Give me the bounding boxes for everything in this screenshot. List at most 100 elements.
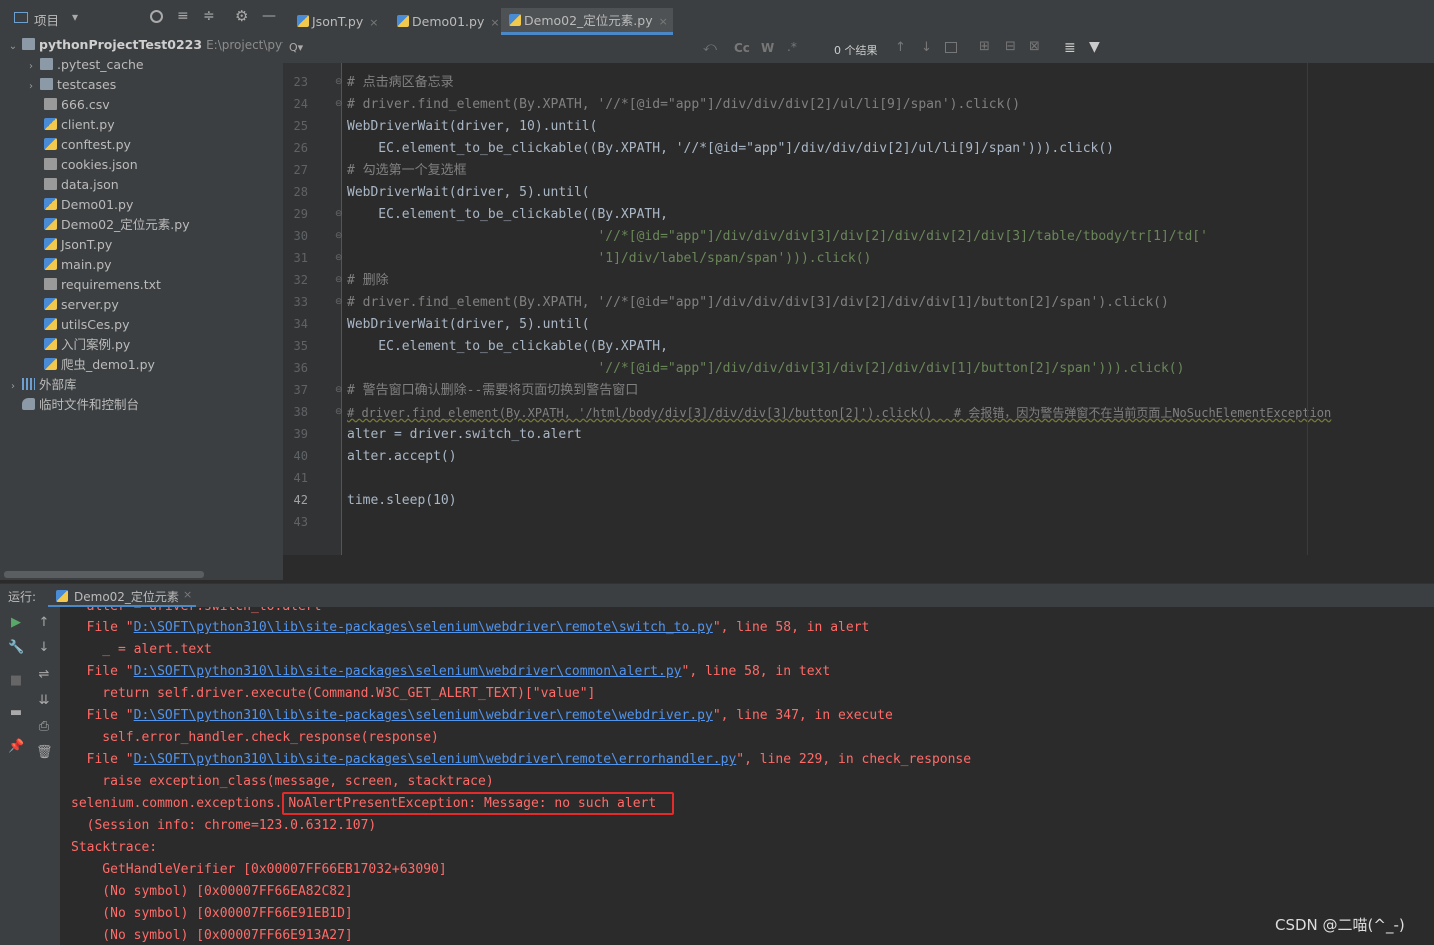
next-occurrence-icon[interactable]: ↓ <box>921 40 932 55</box>
tree-item[interactable]: requiremens.txt <box>44 275 161 295</box>
python-file-icon <box>44 238 57 250</box>
line-number: 31 <box>293 251 308 265</box>
filter-icon[interactable]: ▼ <box>1089 39 1100 55</box>
tab-demo02[interactable]: Demo02_定位元素.py × <box>501 8 673 35</box>
project-tree: ⌄ pythonProjectTest0223 E:\project\pytho … <box>0 35 302 580</box>
trash-icon[interactable]: 🗑 <box>36 745 53 761</box>
file-link[interactable]: D:\SOFT\python310\lib\site-packages\sele… <box>134 620 713 635</box>
code-editor[interactable]: # 点击病区备忘录 # driver.find_element(By.XPATH… <box>342 63 1434 555</box>
close-icon[interactable]: × <box>183 588 192 601</box>
line-number: 36 <box>293 361 308 375</box>
tree-item[interactable]: utilsCes.py <box>44 315 130 335</box>
line-number: 28 <box>293 185 308 199</box>
select-all-icon[interactable] <box>945 42 957 53</box>
tab-demo01[interactable]: Demo01.py × <box>389 8 503 35</box>
file-icon <box>44 98 57 110</box>
root-name: pythonProjectTest0223 <box>39 37 203 52</box>
tree-item[interactable]: 爬虫_demo1.py <box>44 355 155 375</box>
layout-icon[interactable]: ▬ <box>8 705 24 721</box>
tree-scratches[interactable]: 临时文件和控制台 <box>22 395 139 415</box>
soft-wrap-icon[interactable]: ⇌ <box>36 667 52 683</box>
chevron-right-icon[interactable]: › <box>26 77 36 97</box>
tree-label: conftest.py <box>61 137 131 152</box>
line-number: 35 <box>293 339 308 353</box>
chevron-right-icon[interactable]: › <box>26 57 36 77</box>
file-link[interactable]: D:\SOFT\python310\lib\site-packages\sele… <box>134 664 682 679</box>
scroll-to-end-icon[interactable]: ⇊ <box>36 693 52 709</box>
tree-item[interactable]: JsonT.py <box>44 235 112 255</box>
console-line: File "D:\SOFT\python310\lib\site-package… <box>71 708 893 723</box>
tree-label: JsonT.py <box>61 237 113 252</box>
tree-label: 爬虫_demo1.py <box>61 357 155 372</box>
hide-icon[interactable]: — <box>262 8 276 24</box>
previous-occurrence-icon[interactable]: ↑ <box>895 40 906 55</box>
line-number: 38 <box>293 405 308 419</box>
tree-item[interactable]: 666.csv <box>44 95 110 115</box>
filter-options-icon[interactable]: ≣ <box>1064 40 1076 56</box>
tree-item[interactable]: main.py <box>44 255 112 275</box>
tree-item[interactable]: Demo02_定位元素.py <box>44 215 190 235</box>
folder-icon <box>22 38 35 50</box>
scratch-icon <box>22 398 35 410</box>
chevron-right-icon[interactable]: › <box>8 377 18 397</box>
tree-label: 666.csv <box>61 97 110 112</box>
expand-all-icon[interactable]: ≡ <box>177 8 189 24</box>
stop-icon[interactable]: ■ <box>8 673 24 689</box>
horizontal-scrollbar[interactable] <box>4 571 204 578</box>
tree-item[interactable]: 入门案例.py <box>44 335 130 355</box>
line-number: 37 <box>293 383 308 397</box>
python-file-icon <box>44 118 57 130</box>
file-link[interactable]: D:\SOFT\python310\lib\site-packages\sele… <box>134 752 737 767</box>
tree-item[interactable]: › testcases <box>26 75 116 95</box>
run-toolbar: ▶ 🔧 ■ ▬ 📌 ↑ ↓ ⇌ ⇊ ⎙ 🗑 <box>0 607 60 945</box>
match-case-toggle[interactable]: Cc <box>734 41 750 55</box>
tree-item[interactable]: data.json <box>44 175 119 195</box>
code-line: # 勾选第一个复选框 <box>347 163 467 178</box>
chevron-down-icon[interactable]: ⌄ <box>8 37 18 57</box>
search-input[interactable] <box>313 39 713 59</box>
line-number: 26 <box>293 141 308 155</box>
tree-item[interactable]: client.py <box>44 115 115 135</box>
tab-jsont[interactable]: JsonT.py × <box>289 8 389 35</box>
close-icon[interactable]: × <box>369 16 378 29</box>
history-icon[interactable]: ⤺ <box>703 40 717 55</box>
code-line: # driver.find_element(By.XPATH, '//*[@id… <box>347 295 1169 310</box>
remove-selection-icon[interactable]: ⊟ <box>1005 39 1016 54</box>
tree-label: server.py <box>61 297 119 312</box>
tab-label: Demo01.py <box>412 14 485 29</box>
tree-item[interactable]: › .pytest_cache <box>26 55 144 75</box>
settings-icon[interactable]: ⚙ <box>235 7 248 25</box>
add-selection-icon[interactable]: ⊞ <box>979 39 990 54</box>
collapse-all-icon[interactable]: ≑ <box>203 8 215 24</box>
rerun-icon[interactable]: ▶ <box>8 615 24 631</box>
console-output[interactable]: alter = driver.switch_to.alert File "D:\… <box>60 607 1434 945</box>
chevron-down-icon[interactable]: ▾ <box>72 10 78 24</box>
project-view-title[interactable]: 项目 <box>34 10 59 29</box>
folder-icon <box>40 58 53 70</box>
select-all-occurrences-icon[interactable]: ⊠ <box>1029 39 1040 54</box>
tree-item[interactable]: Demo01.py <box>44 195 133 215</box>
tree-item[interactable]: cookies.json <box>44 155 138 175</box>
scroll-up-icon[interactable]: ↑ <box>36 615 52 631</box>
tree-item[interactable]: conftest.py <box>44 135 131 155</box>
tree-item[interactable]: server.py <box>44 295 119 315</box>
tree-external-libs[interactable]: › 外部库 <box>8 375 77 395</box>
search-icon[interactable]: Q▾ <box>289 41 303 54</box>
library-icon <box>22 378 35 390</box>
close-icon[interactable]: × <box>659 15 668 28</box>
pin-icon[interactable]: 📌 <box>8 739 24 755</box>
tree-root[interactable]: ⌄ pythonProjectTest0223 E:\project\pytho <box>8 35 302 55</box>
scroll-down-icon[interactable]: ↓ <box>36 640 52 656</box>
file-icon <box>44 178 57 190</box>
file-link[interactable]: D:\SOFT\python310\lib\site-packages\sele… <box>134 708 713 723</box>
close-icon[interactable]: × <box>490 16 499 29</box>
run-tab-label[interactable]: Demo02_定位元素 <box>74 588 179 605</box>
console-line: GetHandleVerifier [0x00007FF66EB17032+63… <box>71 862 447 877</box>
python-file-icon <box>44 358 57 370</box>
whole-word-toggle[interactable]: W <box>761 41 774 55</box>
wrench-icon[interactable]: 🔧 <box>8 640 24 656</box>
target-icon[interactable] <box>150 10 163 23</box>
line-number: 27 <box>293 163 308 177</box>
print-icon[interactable]: ⎙ <box>36 719 52 735</box>
regex-toggle[interactable]: .* <box>787 40 797 54</box>
